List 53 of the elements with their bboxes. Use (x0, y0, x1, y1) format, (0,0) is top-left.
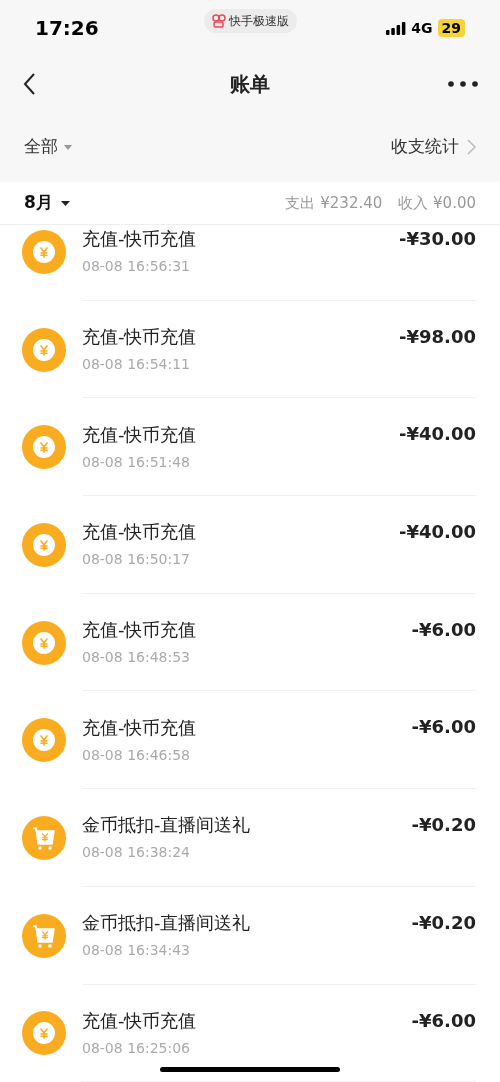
status-time: 17:26 (35, 15, 99, 42)
network-label: 4G (411, 18, 433, 38)
record-amount: -¥6.00 (411, 617, 476, 642)
page-title: 账单 (230, 71, 270, 98)
record-amount: -¥6.00 (411, 1008, 476, 1033)
people-icon (212, 14, 226, 28)
more-icon[interactable] (448, 81, 478, 87)
income-total: 收入 ¥0.00 (398, 192, 476, 214)
battery-level: 29 (437, 19, 465, 37)
record-time: 08-08 16:56:31 (82, 257, 191, 276)
record-amount: -¥40.00 (399, 520, 476, 545)
shopping-cart-icon (22, 913, 66, 958)
back-icon[interactable] (22, 72, 36, 96)
record-amount: -¥40.00 (399, 422, 476, 447)
record-amount: -¥98.00 (399, 324, 476, 349)
coin-icon (22, 718, 66, 763)
coin-icon (22, 229, 66, 274)
record-title: 充值-快币充值 (82, 325, 197, 350)
stats-link[interactable]: 收支统计 (391, 134, 476, 160)
expense-total: 支出 ¥232.40 (285, 192, 383, 214)
record-time: 08-08 16:34:43 (82, 941, 191, 960)
record-title: 充值-快币充值 (82, 520, 197, 545)
record-time: 08-08 16:51:48 (82, 452, 191, 471)
record-time: 08-08 16:25:06 (82, 1038, 191, 1057)
coin-icon (22, 1011, 66, 1056)
record-amount: -¥30.00 (399, 227, 476, 251)
record-time: 08-08 16:50:17 (82, 550, 191, 569)
record-time: 08-08 16:54:11 (82, 355, 191, 374)
record-title: 充值-快币充值 (82, 422, 197, 447)
record-amount: -¥6.00 (411, 715, 476, 740)
caret-icon (64, 144, 72, 150)
app-badge[interactable]: 快手极速版 (204, 9, 297, 33)
signal-icon (386, 21, 407, 35)
record-time: 08-08 16:48:53 (82, 648, 191, 667)
record-amount: -¥0.20 (411, 910, 476, 935)
record-title: 充值-快币充值 (82, 715, 197, 740)
record-amount: -¥0.20 (411, 813, 476, 838)
caret-icon (60, 200, 70, 206)
record-title: 充值-快币充值 (82, 227, 197, 252)
coin-icon (22, 522, 66, 567)
record-title: 金币抵扣-直播间送礼 (82, 813, 251, 838)
record-time: 08-08 16:38:24 (82, 843, 191, 862)
shopping-cart-icon (22, 815, 66, 860)
record-title: 充值-快币充值 (82, 1008, 197, 1033)
filter-dropdown[interactable]: 全部 (24, 134, 72, 160)
coin-icon (22, 327, 66, 372)
month-dropdown[interactable]: 8月 (24, 190, 70, 216)
chevron-right-icon (467, 139, 476, 155)
record-time: 08-08 16:46:58 (82, 745, 191, 764)
record-title: 金币抵扣-直播间送礼 (82, 911, 251, 936)
record-title: 充值-快币充值 (82, 618, 197, 643)
coin-icon (22, 620, 66, 665)
coin-icon (22, 425, 66, 470)
